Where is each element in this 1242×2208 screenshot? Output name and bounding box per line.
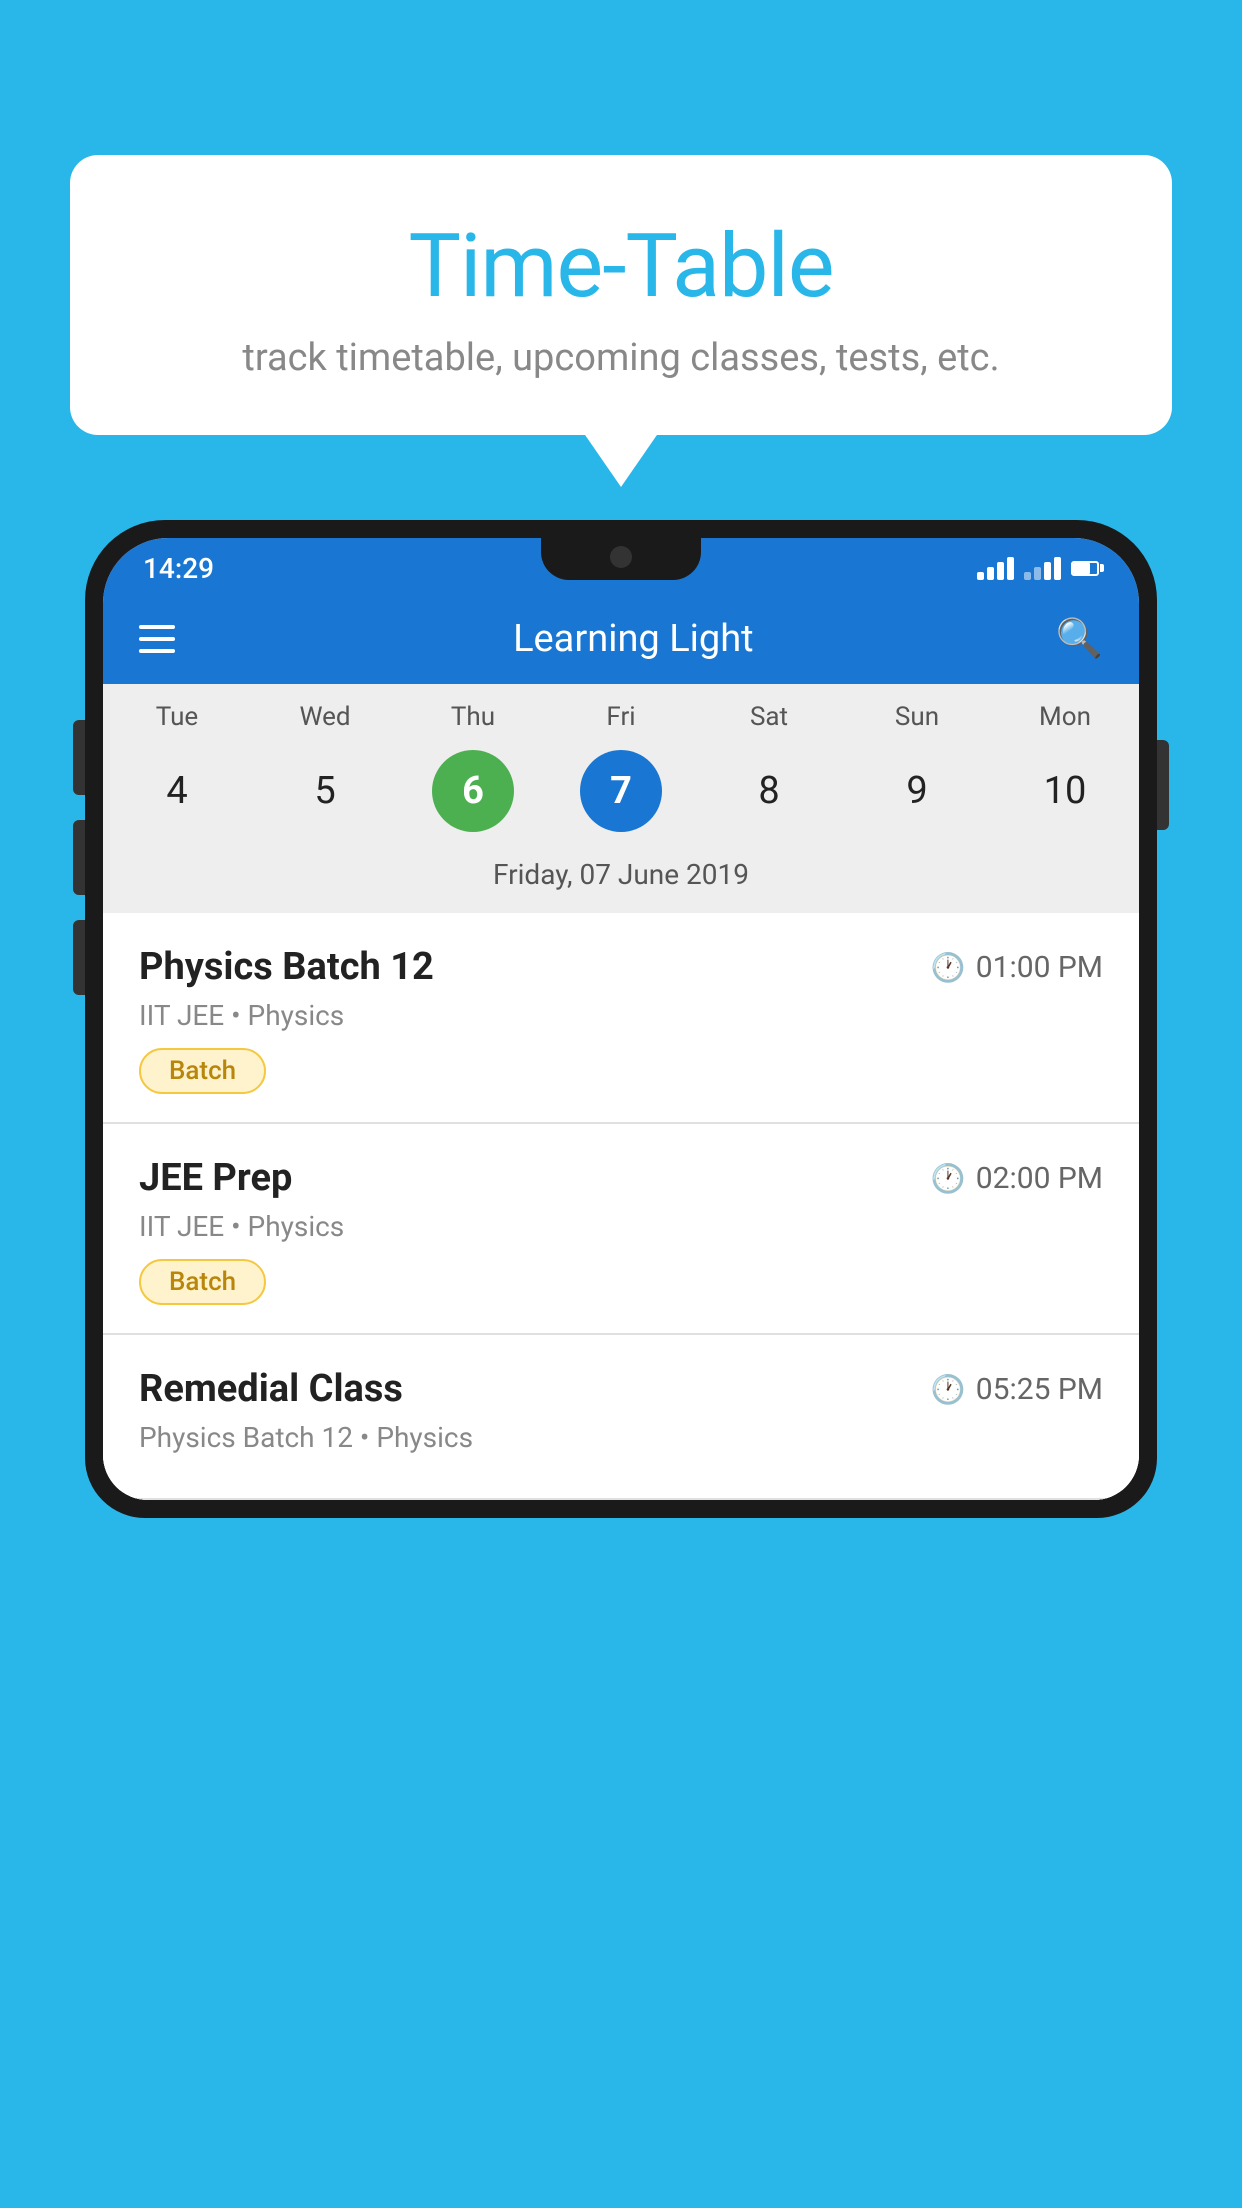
- schedule-time-2: 🕐 02:00 PM: [931, 1161, 1103, 1196]
- status-icons: [977, 557, 1099, 580]
- clock-icon-2: 🕐: [931, 1162, 966, 1195]
- app-bar: Learning Light 🔍: [103, 594, 1139, 684]
- date-4[interactable]: 4: [136, 750, 218, 832]
- day-sat: Sat: [704, 702, 834, 732]
- phone-notch: [541, 538, 701, 580]
- day-mon: Mon: [1000, 702, 1130, 732]
- date-9[interactable]: 9: [876, 750, 958, 832]
- date-7-selected[interactable]: 7: [580, 750, 662, 832]
- day-fri: Fri: [556, 702, 686, 732]
- schedule-subtitle-2: IIT JEE • Physics: [139, 1210, 1103, 1243]
- battery-icon: [1071, 561, 1099, 576]
- volume-button-right: [1157, 740, 1169, 830]
- date-8[interactable]: 8: [728, 750, 810, 832]
- volume-down-button: [73, 920, 85, 995]
- date-6-today[interactable]: 6: [432, 750, 514, 832]
- schedule-item-3[interactable]: Remedial Class 🕐 05:25 PM Physics Batch …: [103, 1335, 1139, 1500]
- calendar-dates: 4 5 6 7 8 9 10: [103, 742, 1139, 850]
- status-time: 14:29: [143, 552, 214, 585]
- wifi-icon: [977, 557, 1014, 580]
- schedule-subtitle-1: IIT JEE • Physics: [139, 999, 1103, 1032]
- hamburger-menu-icon[interactable]: [139, 625, 175, 653]
- phone-container: 14:29: [85, 520, 1157, 2208]
- bubble-subtitle: track timetable, upcoming classes, tests…: [110, 336, 1132, 380]
- speech-bubble: Time-Table track timetable, upcoming cla…: [70, 155, 1172, 435]
- schedule-title-3: Remedial Class: [139, 1367, 403, 1411]
- schedule-list: Physics Batch 12 🕐 01:00 PM IIT JEE • Ph…: [103, 913, 1139, 1500]
- signal-icon: [1024, 557, 1061, 580]
- phone-screen: 14:29: [103, 538, 1139, 1500]
- power-button-left: [73, 720, 85, 795]
- schedule-time-value-3: 05:25 PM: [976, 1372, 1103, 1407]
- batch-tag-2: Batch: [139, 1259, 266, 1305]
- date-10[interactable]: 10: [1024, 750, 1106, 832]
- phone-frame: 14:29: [85, 520, 1157, 1518]
- clock-icon-1: 🕐: [931, 951, 966, 984]
- schedule-item-header-3: Remedial Class 🕐 05:25 PM: [139, 1367, 1103, 1411]
- clock-icon-3: 🕐: [931, 1373, 966, 1406]
- schedule-item-header-2: JEE Prep 🕐 02:00 PM: [139, 1156, 1103, 1200]
- search-icon[interactable]: 🔍: [1056, 617, 1103, 661]
- batch-tag-1: Batch: [139, 1048, 266, 1094]
- date-5[interactable]: 5: [284, 750, 366, 832]
- schedule-time-3: 🕐 05:25 PM: [931, 1372, 1103, 1407]
- schedule-title-1: Physics Batch 12: [139, 945, 434, 989]
- schedule-time-value-1: 01:00 PM: [976, 950, 1103, 985]
- day-thu: Thu: [408, 702, 538, 732]
- app-title: Learning Light: [211, 617, 1056, 661]
- calendar-header: Tue Wed Thu Fri Sat Sun Mon: [103, 684, 1139, 742]
- schedule-item-1[interactable]: Physics Batch 12 🕐 01:00 PM IIT JEE • Ph…: [103, 913, 1139, 1124]
- schedule-subtitle-3: Physics Batch 12 • Physics: [139, 1421, 1103, 1454]
- schedule-time-1: 🕐 01:00 PM: [931, 950, 1103, 985]
- selected-date-label: Friday, 07 June 2019: [103, 850, 1139, 913]
- schedule-title-2: JEE Prep: [139, 1156, 292, 1200]
- day-sun: Sun: [852, 702, 982, 732]
- speech-bubble-container: Time-Table track timetable, upcoming cla…: [70, 155, 1172, 435]
- schedule-time-value-2: 02:00 PM: [976, 1161, 1103, 1196]
- schedule-item-header-1: Physics Batch 12 🕐 01:00 PM: [139, 945, 1103, 989]
- day-wed: Wed: [260, 702, 390, 732]
- bubble-title: Time-Table: [110, 215, 1132, 318]
- day-tue: Tue: [112, 702, 242, 732]
- schedule-item-2[interactable]: JEE Prep 🕐 02:00 PM IIT JEE • Physics Ba…: [103, 1124, 1139, 1335]
- volume-up-button: [73, 820, 85, 895]
- phone-camera: [610, 546, 632, 568]
